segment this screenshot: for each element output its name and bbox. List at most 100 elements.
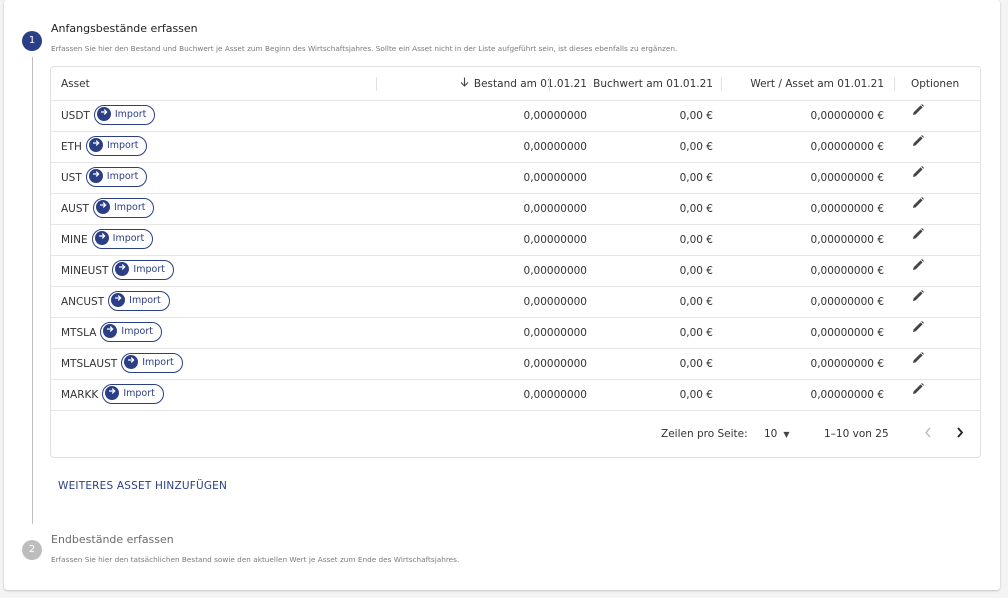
bestand-cell: 0,00000000 [523,265,587,277]
asset-name: USDT [61,110,90,122]
pencil-icon[interactable] [911,347,925,378]
pencil-icon[interactable] [911,161,925,192]
import-button[interactable]: Import [85,136,148,156]
asset-name: UST [61,172,82,184]
options-cell [911,101,925,132]
column-separator [376,77,377,91]
buchwert-cell: 0,00 € [679,172,713,184]
asset-cell: MTSLA Import [61,318,162,349]
options-cell [911,256,925,287]
import-button[interactable]: Import [92,198,155,218]
table-row: USDT Import 0,00000000 0,00 € 0,00000000 € [51,101,980,132]
column-header-wert[interactable]: Wert / Asset am 01.01.21 [750,67,884,101]
step-2-description: Erfassen Sie hier den tatsächlichen Best… [51,555,460,564]
import-label: Import [106,140,139,151]
import-label: Import [112,233,145,244]
column-header-asset[interactable]: Asset [61,67,90,101]
asset-cell: ETH Import [61,132,148,163]
pencil-icon[interactable] [911,285,925,316]
pencil-icon[interactable] [911,99,925,130]
bestand-cell: 0,00000000 [523,172,587,184]
step-connector-line [32,57,33,524]
step-2-title[interactable]: Endbestände erfassen [51,533,174,546]
wert-cell: 0,00000000 € [810,172,884,184]
bestand-cell: 0,00000000 [523,203,587,215]
caret-down-icon: ▼ [783,430,790,439]
wert-cell: 0,00000000 € [810,141,884,153]
table-row: MINEUST Import 0,00000000 0,00 € 0,00000000 … [51,256,980,287]
import-label: Import [106,171,139,182]
import-button[interactable]: Import [102,384,164,404]
asset-name: MINE [61,234,88,246]
import-button[interactable]: Import [85,167,148,187]
import-button[interactable]: Import [93,105,156,125]
import-button[interactable]: Import [108,291,170,311]
asset-cell: MINEUST Import [61,256,174,287]
arrow-right-circle-icon [111,292,126,307]
arrow-right-circle-icon [105,385,120,400]
table-row: UST Import 0,00000000 0,00 € 0,00000000 € [51,163,980,194]
asset-cell: MARKK Import [61,380,164,411]
bestand-cell: 0,00000000 [523,296,587,308]
pencil-icon[interactable] [911,316,925,347]
import-button[interactable]: Import [121,353,183,373]
asset-cell: MINE Import [61,225,154,256]
column-header-buchwert[interactable]: Buchwert am 01.01.21 [593,67,713,101]
wert-cell: 0,00000000 € [810,110,884,122]
bestand-cell: 0,00000000 [523,327,587,339]
import-button[interactable]: Import [112,260,174,280]
import-label: Import [123,388,155,399]
chevron-left-icon[interactable] [924,412,932,457]
rows-per-page-value: 10 [764,428,778,440]
import-label: Import [114,109,147,120]
wert-cell: 0,00000000 € [810,358,884,370]
rows-per-page-select[interactable]: 10 ▼ [764,412,790,457]
asset-cell: MTSLAUST Import [61,349,183,380]
asset-name: MINEUST [61,265,109,277]
buchwert-cell: 0,00 € [679,327,713,339]
asset-name: ETH [61,141,82,153]
options-cell [911,318,925,349]
asset-name: MTSLA [61,327,97,339]
options-cell [911,349,925,380]
import-button[interactable]: Import [100,322,162,342]
buchwert-cell: 0,00 € [679,141,713,153]
table-row: MINE Import 0,00000000 0,00 € 0,00000000 € [51,225,980,256]
options-cell [911,380,925,411]
asset-cell: AUST Import [61,194,155,225]
bestand-cell: 0,00000000 [523,110,587,122]
import-button[interactable]: Import [91,229,154,249]
chevron-right-icon[interactable] [956,412,964,457]
asset-name: MARKK [61,389,99,401]
table-row: ANCUST Import 0,00000000 0,00 € 0,00000000 € [51,287,980,318]
pencil-icon[interactable] [911,378,925,409]
wert-cell: 0,00000000 € [810,265,884,277]
pencil-icon[interactable] [911,192,925,223]
arrow-right-circle-icon [115,261,130,276]
arrow-right-circle-icon [96,106,111,121]
table-row: MARKK Import 0,00000000 0,00 € 0,00000000 € [51,380,980,411]
pencil-icon[interactable] [911,254,925,285]
asset-cell: UST Import [61,163,148,194]
column-header-bestand[interactable]: Bestand am 01.01.21 [460,67,587,101]
bestand-cell: 0,00000000 [523,141,587,153]
column-separator [549,77,550,91]
pencil-icon[interactable] [911,223,925,254]
column-separator [894,77,895,91]
column-separator [721,77,722,91]
asset-cell: USDT Import [61,101,156,132]
asset-name: AUST [61,203,89,215]
wert-cell: 0,00000000 € [810,327,884,339]
column-header-bestand-label: Bestand am 01.01.21 [473,78,587,90]
rows-per-page-label: Zeilen pro Seite: [661,428,748,440]
column-header-optionen: Optionen [911,78,960,90]
arrow-right-circle-icon [94,230,109,245]
table-row: MTSLA Import 0,00000000 0,00 € 0,00000000 € [51,318,980,349]
step-1-description: Erfassen Sie hier den Bestand und Buchwe… [51,44,678,53]
buchwert-cell: 0,00 € [679,389,713,401]
options-cell [911,194,925,225]
add-asset-button[interactable]: WEITERES ASSET HINZUFÜGEN [58,480,227,492]
asset-cell: ANCUST Import [61,287,170,318]
pencil-icon[interactable] [911,130,925,161]
pagination-range: 1–10 von 25 [824,428,889,440]
